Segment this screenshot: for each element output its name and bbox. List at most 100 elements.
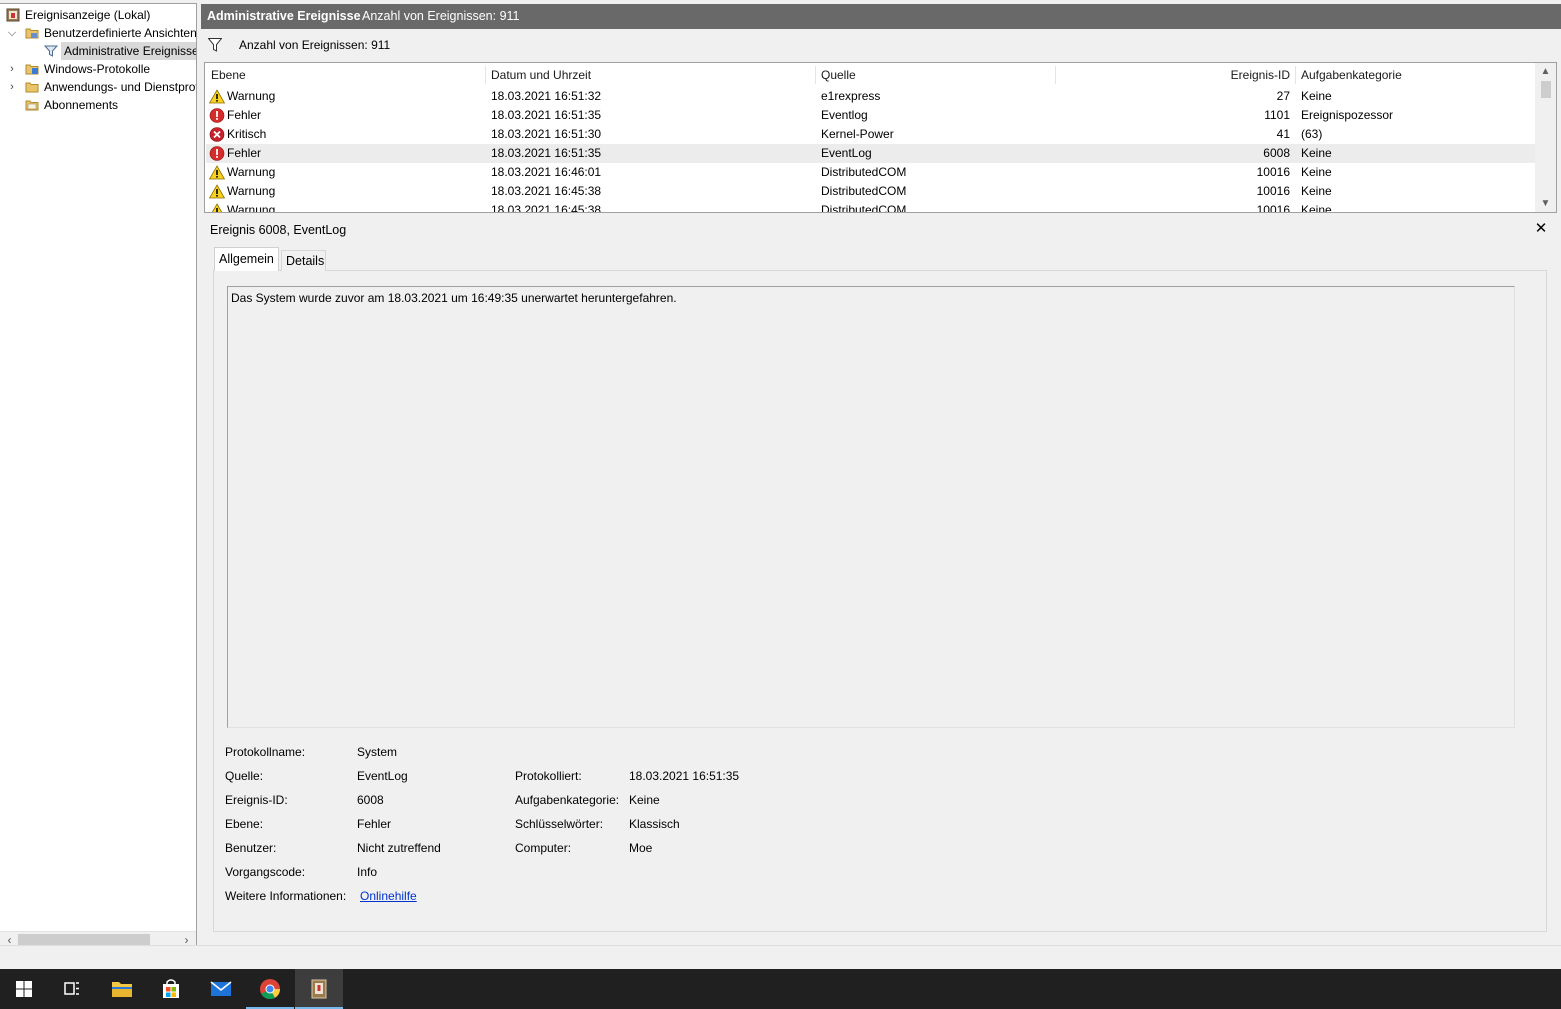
cell-level: Warnung xyxy=(227,165,276,179)
cell-level: Warnung xyxy=(227,89,276,103)
tab-details[interactable]: Details xyxy=(281,250,326,271)
warning-icon xyxy=(209,184,225,199)
prop-label-user: Benutzer: xyxy=(225,841,277,855)
event-viewer-icon xyxy=(311,979,327,999)
column-header-source[interactable]: Quelle xyxy=(821,64,856,86)
file-explorer-icon xyxy=(112,982,132,997)
task-view-icon xyxy=(64,982,79,995)
prop-value-log-name: System xyxy=(357,745,398,759)
table-row[interactable]: Fehler 18.03.2021 16:51:35 Eventlog 1101… xyxy=(206,106,1536,125)
cell-category: Keine xyxy=(1301,89,1332,103)
prop-label-level: Ebene: xyxy=(225,817,264,831)
prop-value-user: Nicht zutreffend xyxy=(357,841,441,855)
navigation-tree: Ereignisanzeige (Lokal) ⌵ Benutzerdefini… xyxy=(0,3,197,948)
cell-source: EventLog xyxy=(821,146,872,160)
cell-datetime: 18.03.2021 16:51:35 xyxy=(491,146,602,160)
event-list-vertical-scrollbar[interactable]: ▲ ▼ xyxy=(1535,63,1556,212)
prop-value-opcode: Info xyxy=(357,865,378,879)
cell-datetime: 18.03.2021 16:51:30 xyxy=(491,127,602,141)
chevron-down-icon[interactable]: ⌵ xyxy=(7,25,17,39)
warning-icon xyxy=(211,203,223,212)
prop-value-source: EventLog xyxy=(357,769,408,783)
start-icon xyxy=(16,981,32,997)
column-header-level[interactable]: Ebene xyxy=(211,64,246,86)
folder-icon xyxy=(25,82,39,93)
cell-level: Warnung xyxy=(227,184,276,198)
view-title: Administrative Ereignisse xyxy=(207,9,361,23)
tree-item-label: Anwendungs- und Dienstprotokolle xyxy=(44,80,196,94)
mail-icon xyxy=(210,981,232,996)
cell-datetime: 18.03.2021 16:51:35 xyxy=(491,108,602,122)
table-row[interactable]: Warnung 18.03.2021 16:45:38 DistributedC… xyxy=(206,201,1536,213)
tree-item-windows-logs[interactable]: › Windows-Protokolle xyxy=(0,60,196,78)
warning-icon xyxy=(209,165,225,180)
cell-category: (63) xyxy=(1301,127,1323,141)
task-view-button[interactable] xyxy=(48,969,96,1009)
filter-icon xyxy=(44,45,58,57)
prop-label-log-name: Protokollname: xyxy=(225,745,306,759)
cell-category: Keine xyxy=(1301,165,1332,179)
prop-label-source: Quelle: xyxy=(225,769,264,783)
store-button[interactable] xyxy=(147,969,195,1009)
view-event-count: Anzahl von Ereignissen: 911 xyxy=(362,9,520,23)
tree-item-root[interactable]: Ereignisanzeige (Lokal) xyxy=(0,6,196,24)
folder-icon xyxy=(25,28,39,39)
column-header-event-id[interactable]: Ereignis-ID xyxy=(1061,64,1290,86)
cell-datetime: 18.03.2021 16:51:32 xyxy=(491,89,602,103)
tree-item-label: Administrative Ereignisse xyxy=(61,42,196,60)
tree-item-administrative-events[interactable]: Administrative Ereignisse xyxy=(0,42,196,60)
chevron-right-icon[interactable]: › xyxy=(7,61,17,75)
cell-level: Kritisch xyxy=(227,127,267,141)
detail-title: Ereignis 6008, EventLog xyxy=(210,223,347,237)
table-row[interactable]: Warnung 18.03.2021 16:51:32 e1rexpress 2… xyxy=(206,87,1536,106)
prop-label-logged: Protokolliert: xyxy=(515,769,582,783)
start-button[interactable] xyxy=(0,969,48,1009)
scroll-down-icon[interactable]: ▼ xyxy=(1535,195,1556,212)
cell-event-id: 10016 xyxy=(1256,203,1290,213)
prop-value-task-category: Keine xyxy=(629,793,660,807)
column-header-datetime[interactable]: Datum und Uhrzeit xyxy=(491,64,591,86)
cell-source: DistributedCOM xyxy=(821,203,907,213)
cell-event-id: 6008 xyxy=(1263,146,1290,160)
tree-item-subscriptions[interactable]: Abonnements xyxy=(0,96,196,114)
tab-general[interactable]: Allgemein xyxy=(214,247,279,271)
cell-datetime: 18.03.2021 16:45:38 xyxy=(491,203,602,213)
prop-label-event-id: Ereignis-ID: xyxy=(225,793,288,807)
table-row[interactable]: Warnung 18.03.2021 16:45:38 DistributedC… xyxy=(206,182,1536,201)
chrome-icon xyxy=(260,979,281,1000)
column-header-task-category[interactable]: Aufgabenkategorie xyxy=(1301,64,1402,86)
prop-value-level: Fehler xyxy=(357,817,392,831)
scroll-up-icon[interactable]: ▲ xyxy=(1535,63,1556,80)
cell-level: Fehler xyxy=(227,146,262,160)
store-icon xyxy=(163,979,179,998)
table-row[interactable]: Kritisch 18.03.2021 16:51:30 Kernel-Powe… xyxy=(206,125,1536,144)
table-row[interactable]: Warnung 18.03.2021 16:46:01 DistributedC… xyxy=(206,163,1536,182)
online-help-link[interactable]: Onlinehilfe xyxy=(360,887,417,905)
prop-label-task-category: Aufgabenkategorie: xyxy=(515,793,620,807)
cell-source: DistributedCOM xyxy=(821,184,907,198)
event-viewer-taskbar-button[interactable] xyxy=(295,969,343,1009)
scrollbar-thumb[interactable] xyxy=(1541,81,1551,98)
status-bar xyxy=(0,945,1561,969)
warning-icon xyxy=(209,89,225,104)
cell-source: e1rexpress xyxy=(821,89,881,103)
tree-item-custom-views[interactable]: ⌵ Benutzerdefinierte Ansichten xyxy=(0,24,196,42)
event-description[interactable]: Das System wurde zuvor am 18.03.2021 um … xyxy=(227,286,1515,728)
tree-item-label: Windows-Protokolle xyxy=(44,62,151,76)
cell-datetime: 18.03.2021 16:45:38 xyxy=(491,184,602,198)
mail-button[interactable] xyxy=(197,969,245,1009)
cell-category: Keine xyxy=(1301,184,1332,198)
cell-source: Kernel-Power xyxy=(821,127,894,141)
prop-label-more-info: Weitere Informationen: xyxy=(225,889,347,903)
table-row-selected[interactable]: Fehler 18.03.2021 16:51:35 EventLog 6008… xyxy=(206,144,1536,163)
close-icon[interactable]: ✕ xyxy=(1533,219,1549,239)
filter-bar: Anzahl von Ereignissen: 911 xyxy=(201,31,1561,61)
cell-level: Warnung xyxy=(227,203,276,213)
subscriptions-icon xyxy=(25,100,39,111)
chevron-right-icon[interactable]: › xyxy=(7,79,17,93)
tree-item-app-service-logs[interactable]: › Anwendungs- und Dienstprotokolle xyxy=(0,78,196,96)
taskbar xyxy=(0,969,1561,1009)
cell-event-id: 1101 xyxy=(1264,108,1290,122)
chrome-button[interactable] xyxy=(246,969,294,1009)
file-explorer-button[interactable] xyxy=(98,969,146,1009)
